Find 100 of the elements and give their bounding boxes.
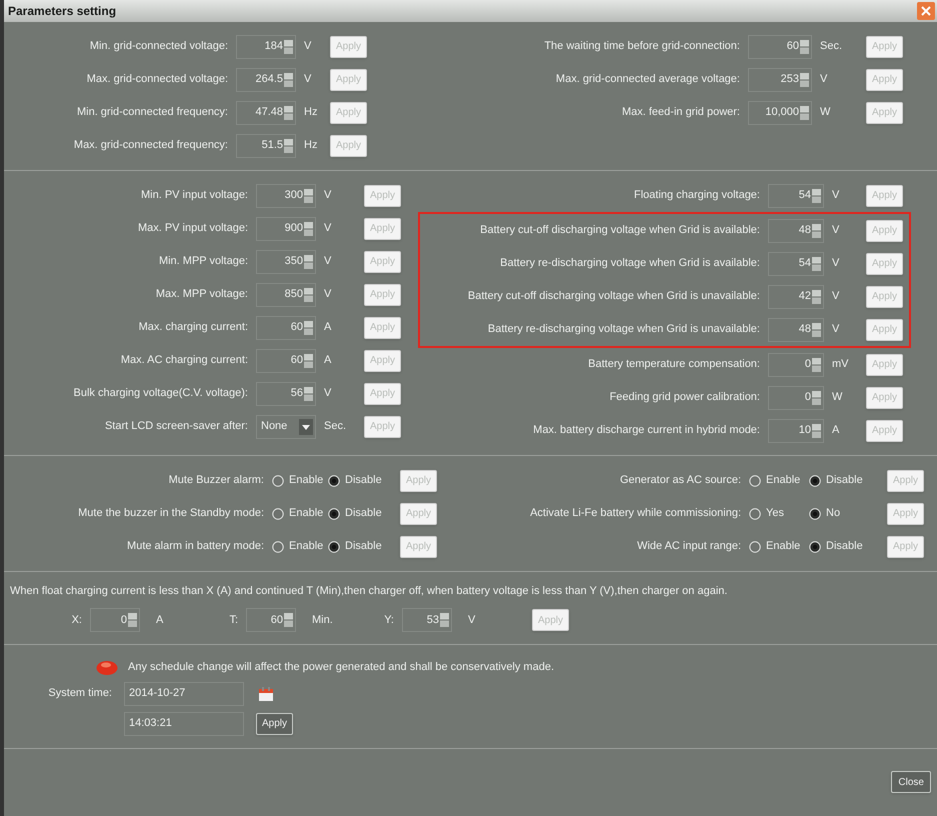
- spinner-icon[interactable]: [800, 72, 809, 86]
- number-field[interactable]: 60: [256, 348, 316, 372]
- spinner-icon[interactable]: [284, 613, 293, 627]
- spinner-icon[interactable]: [304, 288, 313, 302]
- number-field[interactable]: 51.5: [236, 134, 296, 158]
- unit-label: V: [467, 612, 476, 628]
- number-field[interactable]: 56: [256, 382, 316, 406]
- unit-label: Hz: [303, 105, 318, 120]
- field-label: X:: [70, 612, 83, 628]
- radio-button[interactable]: [809, 474, 822, 486]
- spinner-icon[interactable]: [812, 358, 821, 372]
- number-field[interactable]: 10,000: [748, 100, 812, 124]
- unit-label: V: [818, 72, 828, 88]
- radio-label[interactable]: No: [826, 505, 840, 522]
- spinner-icon[interactable]: [304, 320, 313, 334]
- spinner-icon[interactable]: [304, 354, 313, 368]
- spinner-icon[interactable]: [304, 188, 313, 202]
- calendar-icon[interactable]: [258, 686, 274, 702]
- field-label: Min. MPP voltage:: [158, 254, 249, 270]
- spinner-icon[interactable]: [800, 40, 809, 54]
- radio-button[interactable]: [749, 474, 762, 486]
- radio-label[interactable]: Disable: [345, 472, 382, 489]
- date-field[interactable]: 2014-10-27: [124, 682, 244, 706]
- radio-button[interactable]: [328, 474, 340, 486]
- radio-label[interactable]: Yes: [766, 505, 784, 522]
- number-field[interactable]: 42: [768, 284, 824, 308]
- spinner-icon[interactable]: [284, 138, 293, 152]
- unit-label: V: [323, 386, 332, 402]
- radio-button[interactable]: [809, 508, 822, 520]
- radio-button[interactable]: [749, 540, 762, 552]
- radio-button[interactable]: [749, 508, 762, 520]
- dropdown[interactable]: None: [256, 414, 316, 438]
- spinner-icon[interactable]: [304, 386, 313, 400]
- radio-label[interactable]: Disable: [345, 538, 382, 555]
- number-field[interactable]: 0: [768, 386, 824, 410]
- radio-label[interactable]: Disable: [826, 538, 863, 555]
- unit-label: V: [830, 322, 840, 338]
- spinner-icon[interactable]: [812, 188, 821, 202]
- field-label: Max. grid-connected voltage:: [86, 72, 229, 88]
- option-label: Mute alarm in battery mode:: [126, 539, 265, 554]
- spinner-icon[interactable]: [812, 256, 821, 270]
- spinner-icon[interactable]: [812, 390, 821, 404]
- radio-label[interactable]: Disable: [345, 505, 382, 522]
- spinner-icon[interactable]: [304, 254, 313, 268]
- time-field[interactable]: 14:03:21: [124, 712, 244, 736]
- number-field[interactable]: 850: [256, 282, 316, 306]
- radio-label[interactable]: Enable: [289, 538, 324, 555]
- number-field[interactable]: 54: [768, 184, 824, 208]
- number-field[interactable]: 60: [748, 34, 812, 58]
- spinner-icon[interactable]: [800, 106, 809, 120]
- number-field[interactable]: 47.48: [236, 100, 296, 124]
- close-dialog-button[interactable]: Close: [891, 771, 931, 794]
- spinner-icon[interactable]: [812, 424, 821, 438]
- field-label: Y:: [383, 612, 395, 628]
- number-field[interactable]: 900: [256, 216, 316, 240]
- spinner-icon[interactable]: [812, 224, 821, 238]
- spinner-icon[interactable]: [440, 613, 449, 627]
- spinner-icon[interactable]: [284, 40, 293, 54]
- number-field[interactable]: 54: [768, 252, 824, 276]
- spinner-icon[interactable]: [304, 222, 313, 236]
- field-label: Max. charging current:: [138, 320, 249, 336]
- option-label: Mute Buzzer alarm:: [168, 473, 265, 488]
- radio-button[interactable]: [272, 474, 284, 486]
- radio-label[interactable]: Enable: [766, 538, 800, 555]
- option-label: Generator as AC source:: [618, 473, 742, 488]
- close-button[interactable]: [917, 2, 935, 20]
- number-field[interactable]: 264.5: [236, 68, 296, 92]
- spinner-icon[interactable]: [812, 290, 821, 304]
- radio-label[interactable]: Enable: [766, 472, 800, 489]
- number-field[interactable]: 253: [748, 68, 812, 92]
- number-field[interactable]: 60: [246, 608, 296, 632]
- number-field[interactable]: 0: [90, 608, 140, 632]
- number-field[interactable]: 300: [256, 184, 316, 208]
- radio-button[interactable]: [328, 540, 340, 552]
- unit-label: V: [323, 287, 332, 302]
- spinner-icon[interactable]: [812, 322, 821, 336]
- number-field[interactable]: 48: [768, 318, 824, 342]
- unit-label: A: [830, 423, 840, 438]
- spinner-icon[interactable]: [284, 106, 293, 120]
- warning-text: Any schedule change will affect the power generated and shall be conservatively made.: [128, 660, 554, 675]
- unit-label: Sec.: [818, 39, 843, 54]
- spinner-icon[interactable]: [284, 72, 293, 86]
- radio-label[interactable]: Enable: [289, 505, 324, 522]
- number-field[interactable]: 0: [768, 352, 824, 376]
- radio-button[interactable]: [328, 508, 340, 520]
- apply-button[interactable]: Apply: [256, 712, 294, 734]
- number-field[interactable]: 184: [236, 34, 296, 58]
- radio-button[interactable]: [272, 540, 284, 552]
- radio-label[interactable]: Enable: [289, 472, 324, 489]
- field-label: Battery cut-off discharging voltage when Grid is unavailable:: [466, 289, 761, 304]
- radio-button[interactable]: [272, 508, 284, 520]
- radio-button[interactable]: [809, 540, 822, 552]
- spinner-icon[interactable]: [128, 613, 137, 627]
- number-field[interactable]: 10: [768, 418, 824, 442]
- radio-label[interactable]: Disable: [826, 472, 863, 489]
- unit-label: Min.: [311, 612, 334, 628]
- number-field[interactable]: 60: [256, 316, 316, 340]
- number-field[interactable]: 350: [256, 250, 316, 274]
- number-field[interactable]: 53: [402, 608, 452, 632]
- number-field[interactable]: 48: [768, 218, 824, 242]
